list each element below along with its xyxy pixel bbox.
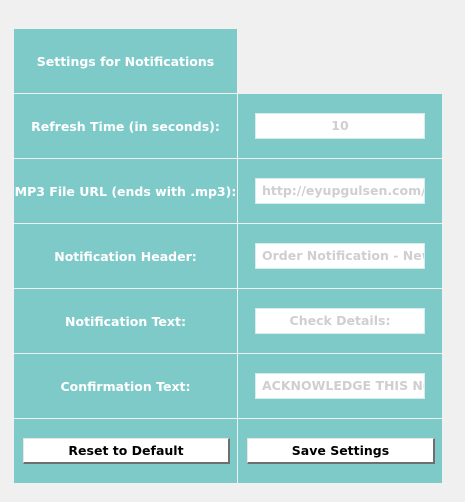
notification-header-input[interactable]: Order Notification - New — [255, 243, 425, 269]
mp3-url-label: MP3 File URL (ends with .mp3): — [14, 183, 237, 199]
notification-text-label-cell: Notification Text: — [14, 289, 237, 353]
mp3-url-label-cell: MP3 File URL (ends with .mp3): — [14, 159, 237, 223]
refresh-time-label-cell: Refresh Time (in seconds): — [14, 94, 237, 158]
confirmation-text-label-cell: Confirmation Text: — [14, 354, 237, 418]
confirmation-text-label: Confirmation Text: — [60, 378, 191, 394]
settings-title: Settings for Notifications — [36, 53, 215, 69]
notification-header-label-cell: Notification Header: — [14, 224, 237, 288]
reset-to-default-button[interactable]: Reset to Default — [23, 438, 230, 464]
mp3-url-input[interactable]: http://eyupgulsen.com/t — [255, 178, 425, 204]
notification-text-label: Notification Text: — [65, 313, 186, 329]
refresh-time-input[interactable]: 10 — [255, 113, 425, 139]
confirmation-text-input[interactable]: ACKNOWLEDGE THIS NOT — [255, 373, 425, 399]
refresh-time-label: Refresh Time (in seconds): — [31, 118, 220, 134]
notification-text-input[interactable]: Check Details: — [255, 308, 425, 334]
settings-header: Settings for Notifications — [14, 29, 237, 93]
save-settings-button[interactable]: Save Settings — [247, 438, 435, 464]
notification-header-label: Notification Header: — [54, 248, 197, 264]
